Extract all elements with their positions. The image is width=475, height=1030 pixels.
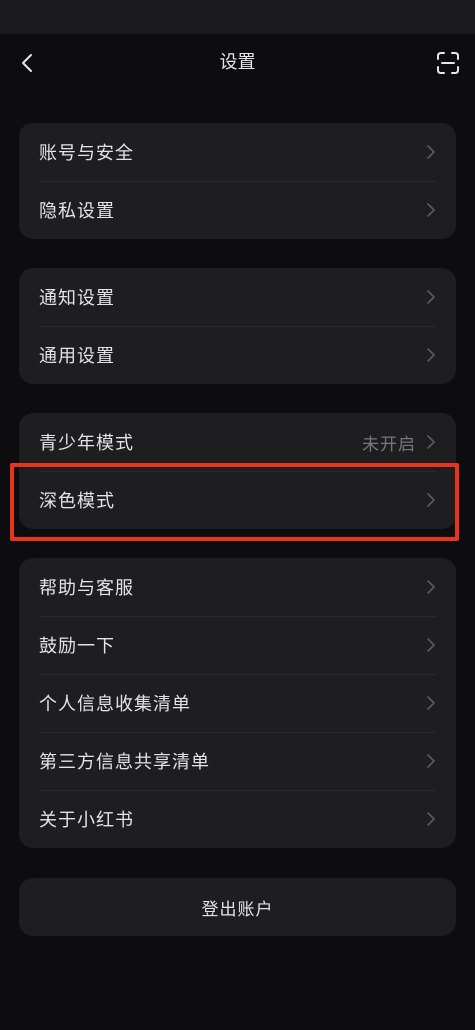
settings-item-label: 隐私设置 [39, 201, 115, 222]
settings-item-label: 鼓励一下 [39, 636, 115, 657]
settings-group-general: 通知设置 通用设置 [19, 268, 456, 384]
settings-item-label: 通知设置 [39, 288, 115, 309]
scan-icon [437, 52, 459, 74]
scan-button[interactable] [431, 46, 465, 80]
settings-item-label: 关于小红书 [39, 810, 134, 831]
settings-item-help[interactable]: 帮助与客服 [19, 558, 456, 616]
chevron-right-icon [426, 434, 436, 450]
chevron-right-icon [426, 202, 436, 218]
logout-button[interactable]: 登出账户 [19, 878, 456, 936]
settings-item-privacy[interactable]: 隐私设置 [19, 181, 456, 239]
chevron-right-icon [426, 695, 436, 711]
chevron-right-icon [426, 144, 436, 160]
settings-item-label: 青少年模式 [39, 433, 134, 454]
settings-item-label: 个人信息收集清单 [39, 694, 191, 715]
settings-item-label: 通用设置 [39, 346, 115, 367]
nav-bar: 设置 [0, 34, 475, 92]
settings-group-about: 帮助与客服 鼓励一下 个人信息收集清单 第三方信息共享清单 关于小红书 [19, 558, 456, 848]
settings-item-teen-mode[interactable]: 青少年模式 未开启 [19, 413, 456, 471]
settings-item-label: 深色模式 [39, 491, 115, 512]
settings-item-personal-info-list[interactable]: 个人信息收集清单 [19, 674, 456, 732]
settings-item-label: 第三方信息共享清单 [39, 752, 210, 773]
settings-item-account-security[interactable]: 账号与安全 [19, 123, 456, 181]
settings-item-label: 账号与安全 [39, 143, 134, 164]
chevron-right-icon [426, 579, 436, 595]
settings-group-modes: 青少年模式 未开启 深色模式 [19, 413, 456, 529]
settings-item-about[interactable]: 关于小红书 [19, 790, 456, 848]
chevron-right-icon [426, 811, 436, 827]
page-title: 设置 [219, 52, 256, 73]
settings-item-dark-mode[interactable]: 深色模式 [19, 471, 456, 529]
chevron-right-icon [426, 753, 436, 769]
chevron-right-icon [426, 492, 436, 508]
teen-mode-status: 未开启 [362, 434, 416, 455]
settings-item-label: 帮助与客服 [39, 578, 134, 599]
settings-item-encourage[interactable]: 鼓励一下 [19, 616, 456, 674]
chevron-right-icon [426, 637, 436, 653]
status-bar [0, 0, 475, 34]
chevron-right-icon [426, 347, 436, 363]
settings-item-third-party-list[interactable]: 第三方信息共享清单 [19, 732, 456, 790]
settings-group-account: 账号与安全 隐私设置 [19, 123, 456, 239]
chevron-right-icon [426, 289, 436, 305]
settings-item-general[interactable]: 通用设置 [19, 326, 456, 384]
settings-item-notifications[interactable]: 通知设置 [19, 268, 456, 326]
